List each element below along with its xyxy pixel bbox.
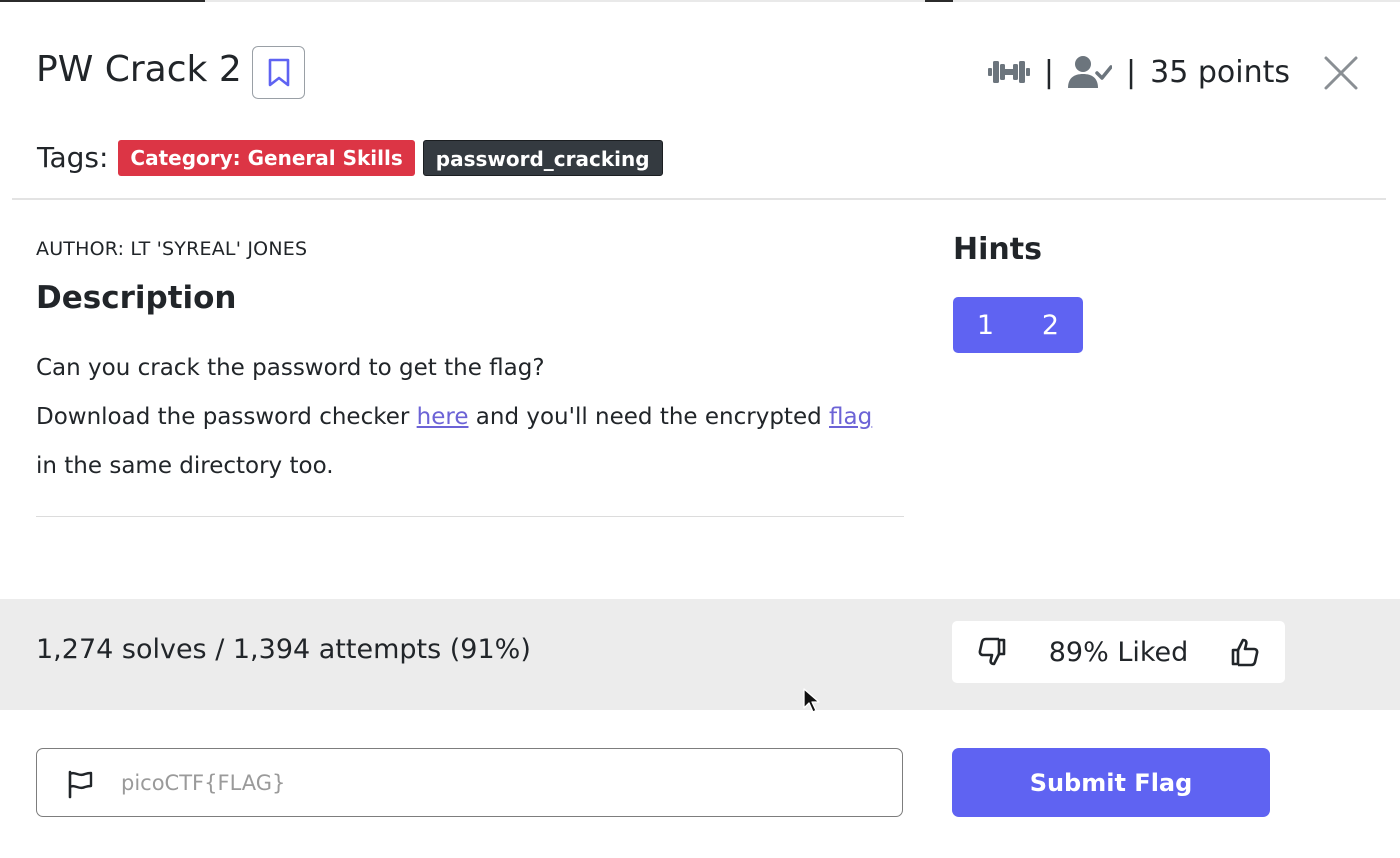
hint-button-2[interactable]: 2 [1018, 297, 1083, 353]
bookmark-icon [268, 58, 289, 86]
points-value: 35 points [1150, 54, 1290, 90]
challenge-meta: | | 35 points [987, 50, 1290, 94]
meta-separator: | [1126, 54, 1137, 90]
thumbs-up-icon [1231, 638, 1259, 667]
top-border-segment [925, 0, 953, 2]
hints-heading: Hints [953, 232, 1042, 267]
like-button[interactable] [1229, 636, 1261, 668]
flag-input[interactable] [121, 749, 881, 816]
rating-box: 89% Liked [952, 621, 1285, 683]
top-border [0, 0, 1400, 2]
mouse-cursor-icon [803, 688, 820, 713]
meta-separator: | [1043, 54, 1055, 90]
description-text: Can you crack the password to get the fl… [36, 344, 916, 491]
description-text-segment: and you'll need the encrypted [468, 404, 830, 430]
dislike-button[interactable] [976, 636, 1008, 668]
header-divider [12, 198, 1386, 200]
bookmark-button[interactable] [252, 46, 305, 99]
description-heading: Description [36, 280, 237, 316]
tag-badge[interactable]: password_cracking [422, 140, 663, 176]
description-line: Download the password checker here and y… [36, 393, 916, 442]
submit-flag-button[interactable]: Submit Flag [952, 748, 1270, 817]
liked-percentage: 89% Liked [1048, 636, 1189, 668]
close-button[interactable] [1322, 54, 1360, 92]
tags-row: Tags: Category: General Skills password_… [37, 140, 671, 176]
top-border-segment [0, 0, 205, 2]
close-icon [1324, 56, 1358, 90]
flag-icon [68, 770, 93, 799]
checker-download-link[interactable]: here [417, 404, 469, 430]
description-line: Can you crack the password to get the fl… [36, 355, 545, 381]
thumbs-down-icon [978, 637, 1006, 666]
author-line: AUTHOR: LT 'SYREAL' JONES [36, 238, 308, 260]
description-line: in the same directory too. [36, 453, 334, 479]
dumbbell-icon [987, 61, 1030, 83]
flag-input-container [36, 748, 903, 817]
description-divider [36, 516, 904, 517]
category-badge[interactable]: Category: General Skills [118, 140, 415, 176]
solves-stats: 1,274 solves / 1,394 attempts (91%) [36, 634, 531, 665]
challenge-title: PW Crack 2 [36, 49, 242, 90]
tags-label: Tags: [37, 141, 109, 174]
flag-download-link[interactable]: flag [829, 404, 872, 430]
description-text-segment: Download the password checker [36, 404, 417, 430]
user-check-icon [1068, 56, 1113, 88]
hint-button-group: 1 2 [953, 297, 1083, 353]
hint-button-1[interactable]: 1 [953, 297, 1018, 353]
